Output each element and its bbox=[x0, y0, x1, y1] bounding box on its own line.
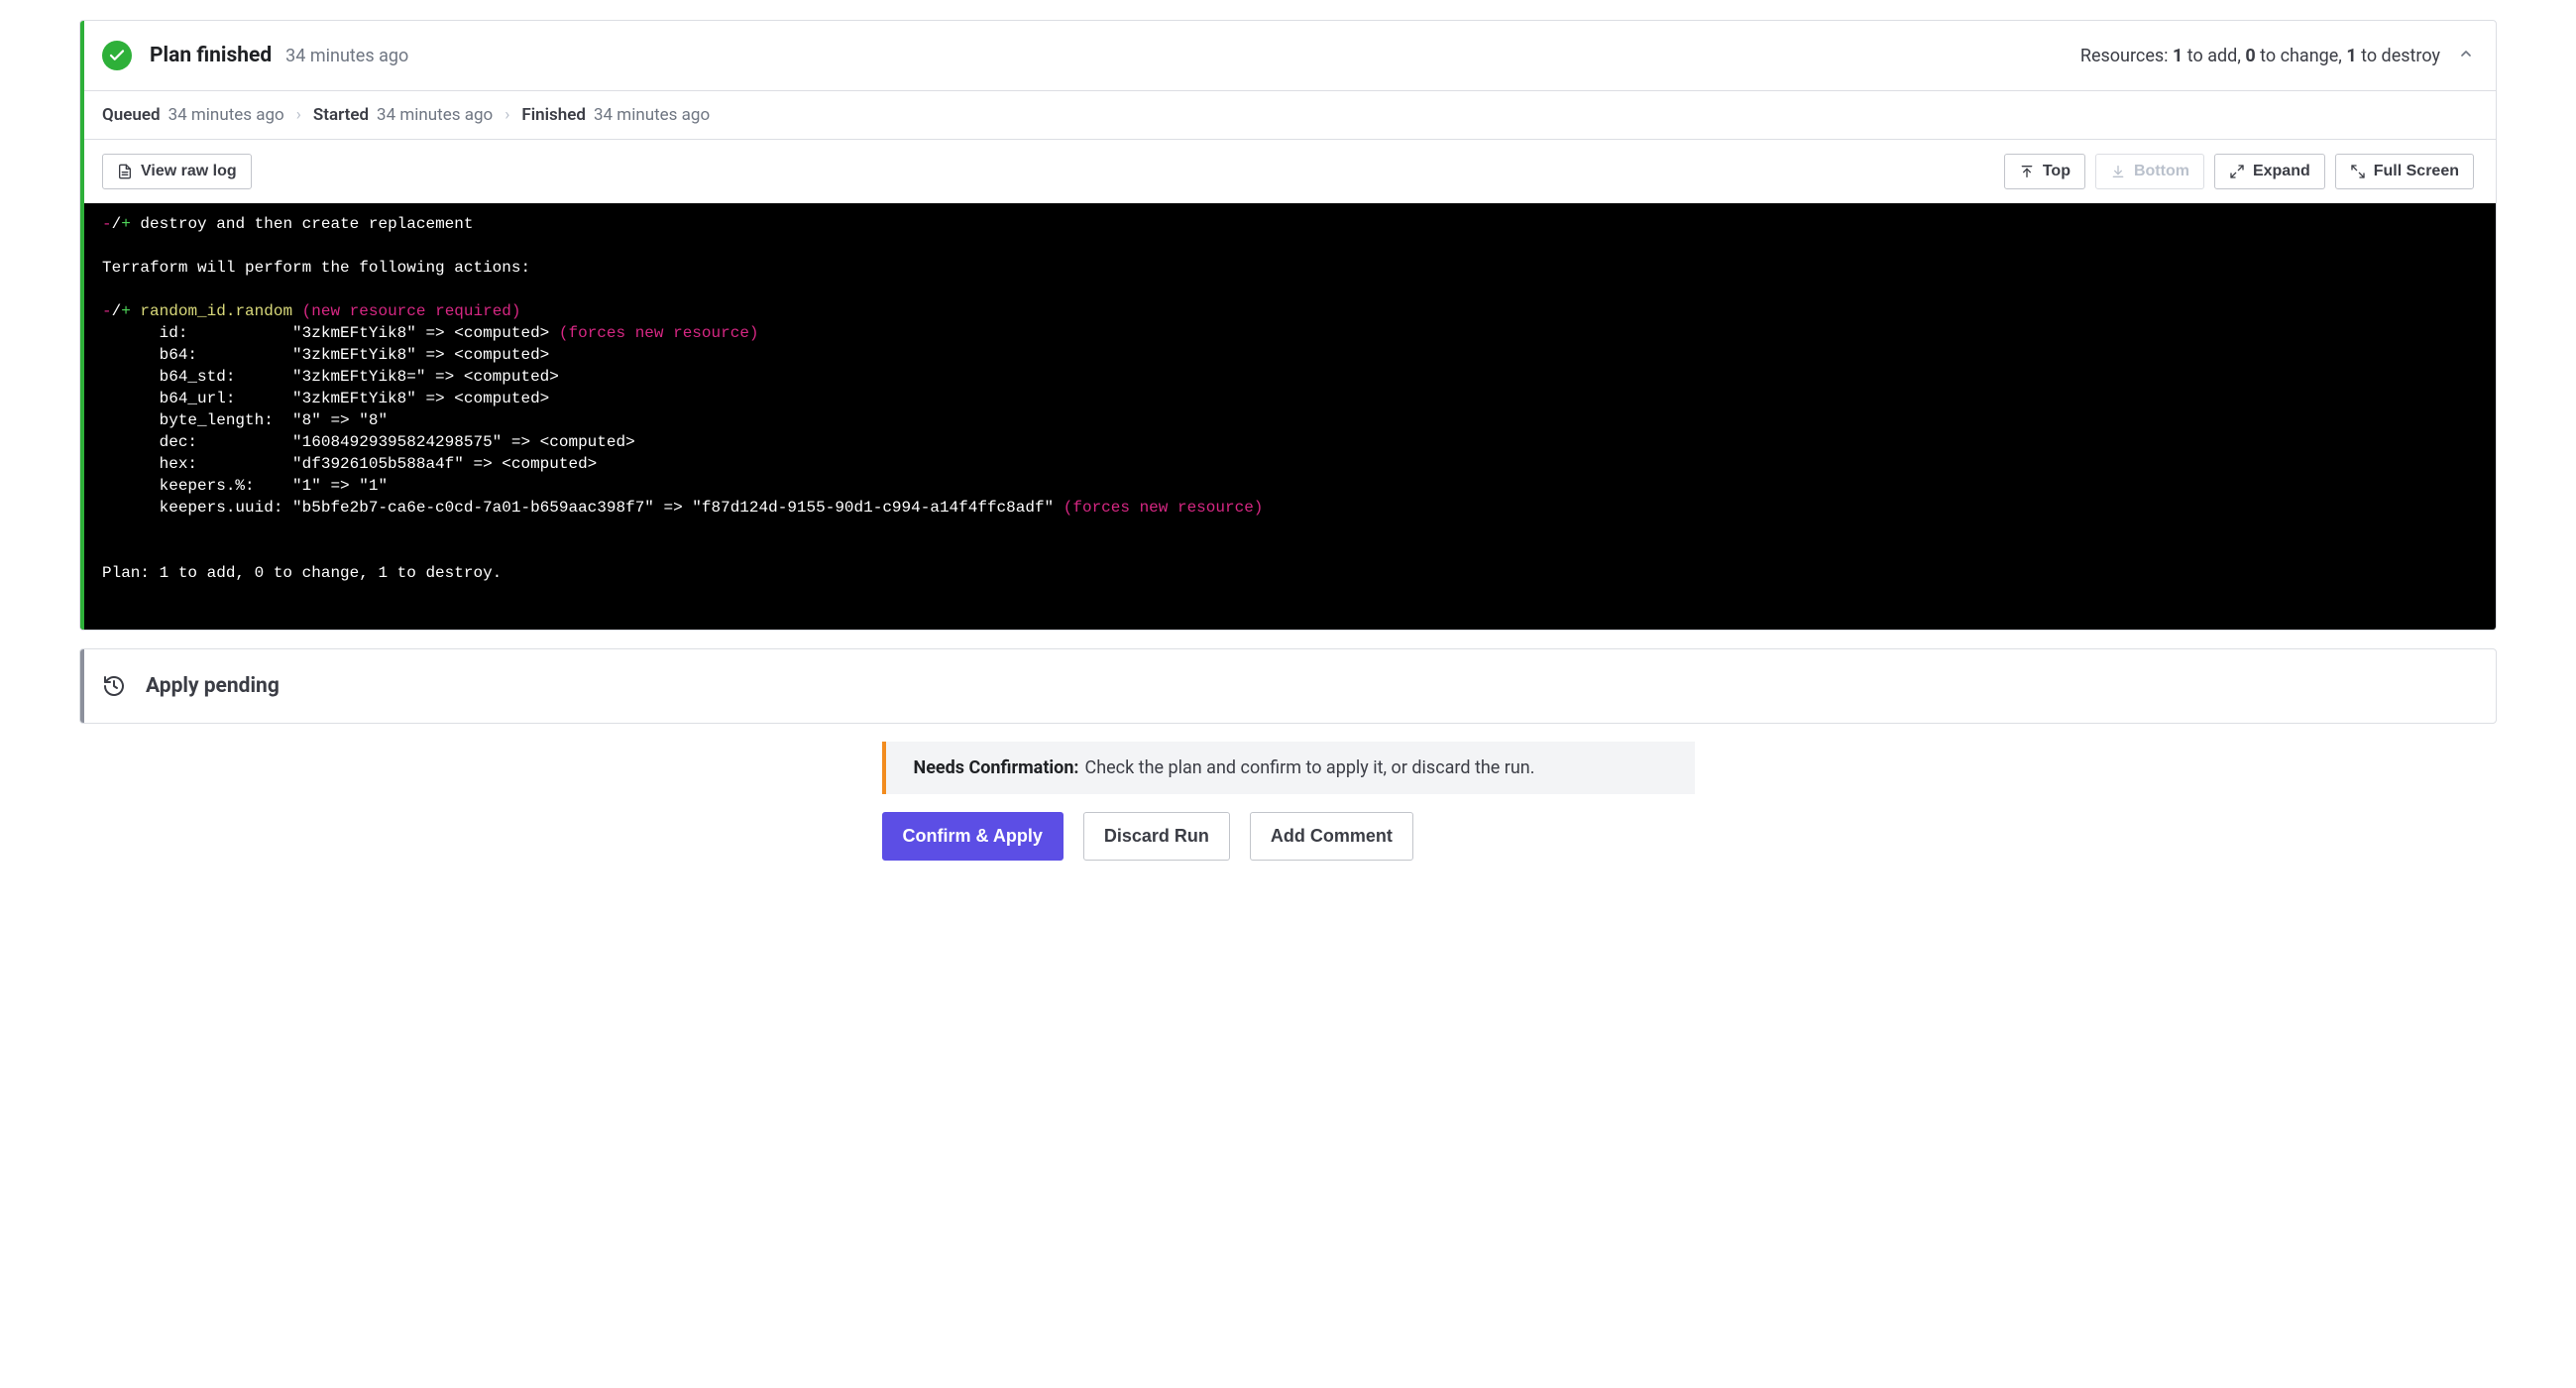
log-line-3-slash: / bbox=[112, 302, 122, 320]
log-toolbar: View raw log Top Bottom Expand Full Scre… bbox=[80, 139, 2496, 203]
log-attr-id-force: (forces new resource) bbox=[549, 324, 758, 342]
plan-resources-summary: Resources: 1 to add, 0 to change, 1 to d… bbox=[2080, 46, 2440, 66]
plan-title: Plan finished bbox=[150, 44, 272, 67]
plan-log[interactable]: -/+ destroy and then create replacement … bbox=[80, 203, 2496, 630]
log-fullscreen-label: Full Screen bbox=[2374, 163, 2459, 180]
log-attr-hex: hex: "df3926105b588a4f" => <computed> bbox=[102, 455, 597, 473]
apply-title: Apply pending bbox=[146, 674, 280, 698]
alert-text: Check the plan and confirm to apply it, … bbox=[1085, 757, 1535, 778]
timeline-finished-time: 34 minutes ago bbox=[594, 105, 710, 125]
plan-status-stripe bbox=[80, 21, 84, 630]
log-attr-dec: dec: "16084929395824298575" => <computed… bbox=[102, 433, 635, 451]
refresh-clock-icon bbox=[102, 674, 126, 698]
plan-panel: Plan finished 34 minutes ago Resources: … bbox=[79, 20, 2497, 631]
log-attr-keepers-pct: keepers.%: "1" => "1" bbox=[102, 477, 388, 495]
add-comment-button[interactable]: Add Comment bbox=[1250, 812, 1413, 861]
confirmation-actions: Confirm & Apply Discard Run Add Comment bbox=[882, 812, 1695, 861]
log-bottom-label: Bottom bbox=[2134, 163, 2189, 180]
alert-title: Needs Confirmation: bbox=[914, 757, 1079, 778]
view-raw-log-button[interactable]: View raw log bbox=[102, 154, 252, 189]
log-expand-button[interactable]: Expand bbox=[2214, 154, 2325, 189]
timeline-started-time: 34 minutes ago bbox=[377, 105, 493, 125]
confirmation-block: Needs Confirmation: Check the plan and c… bbox=[882, 742, 1695, 861]
document-icon bbox=[117, 164, 133, 179]
log-line-3-plus: + bbox=[121, 302, 131, 320]
log-attr-b64-std: b64_std: "3zkmEFtYik8=" => <computed> bbox=[102, 368, 559, 386]
fullscreen-icon bbox=[2350, 164, 2366, 179]
resources-destroy-count: 1 bbox=[2346, 46, 2356, 66]
check-icon bbox=[102, 41, 132, 70]
resources-add-label: to add, bbox=[2183, 46, 2245, 66]
log-attr-keepers-uuid: keepers.uuid: "b5bfe2b7-ca6e-c0cd-7a01-b… bbox=[102, 499, 1054, 517]
timeline-separator: › bbox=[504, 105, 509, 125]
log-line-1-text: destroy and then create replacement bbox=[131, 215, 474, 233]
apply-panel: Apply pending bbox=[79, 648, 2497, 724]
resources-change-count: 0 bbox=[2245, 46, 2255, 66]
timeline-finished-label: Finished bbox=[521, 105, 586, 125]
needs-confirmation-alert: Needs Confirmation: Check the plan and c… bbox=[882, 742, 1695, 794]
timeline-separator: › bbox=[296, 105, 301, 125]
log-attr-b64: b64: "3zkmEFtYik8" => <computed> bbox=[102, 346, 549, 364]
timeline-started: Started 34 minutes ago bbox=[313, 105, 493, 125]
log-plan-summary: Plan: 1 to add, 0 to change, 1 to destro… bbox=[102, 564, 502, 582]
apply-header[interactable]: Apply pending bbox=[80, 649, 2496, 723]
arrow-to-top-icon bbox=[2019, 164, 2035, 179]
log-attr-b64-url: b64_url: "3zkmEFtYik8" => <computed> bbox=[102, 390, 549, 407]
log-line-1-slash: / bbox=[112, 215, 122, 233]
timeline-started-label: Started bbox=[313, 105, 369, 125]
log-resource-required: (new resource required) bbox=[292, 302, 520, 320]
discard-run-button[interactable]: Discard Run bbox=[1083, 812, 1230, 861]
view-raw-log-label: View raw log bbox=[141, 163, 237, 180]
timeline-finished: Finished 34 minutes ago bbox=[521, 105, 710, 125]
log-resource-name: random_id.random bbox=[131, 302, 292, 320]
arrow-to-bottom-icon bbox=[2110, 164, 2126, 179]
plan-timeline: Queued 34 minutes ago › Started 34 minut… bbox=[80, 90, 2496, 139]
log-line-2: Terraform will perform the following act… bbox=[102, 259, 530, 277]
chevron-up-icon[interactable] bbox=[2458, 46, 2474, 65]
log-bottom-button: Bottom bbox=[2095, 154, 2204, 189]
plan-time: 34 minutes ago bbox=[285, 46, 408, 66]
resources-destroy-label: to destroy bbox=[2357, 46, 2440, 66]
log-top-label: Top bbox=[2043, 163, 2071, 180]
expand-icon bbox=[2229, 164, 2245, 179]
log-line-1-minus: - bbox=[102, 215, 112, 233]
log-attr-byte-length: byte_length: "8" => "8" bbox=[102, 411, 388, 429]
timeline-queued-time: 34 minutes ago bbox=[168, 105, 284, 125]
timeline-queued: Queued 34 minutes ago bbox=[102, 105, 284, 125]
resources-add-count: 1 bbox=[2173, 46, 2183, 66]
log-expand-label: Expand bbox=[2253, 163, 2310, 180]
log-top-button[interactable]: Top bbox=[2004, 154, 2085, 189]
apply-status-stripe bbox=[80, 649, 84, 723]
log-line-1-plus: + bbox=[121, 215, 131, 233]
log-attr-keepers-force: (forces new resource) bbox=[1054, 499, 1263, 517]
timeline-queued-label: Queued bbox=[102, 105, 161, 125]
log-line-3-minus: - bbox=[102, 302, 112, 320]
log-attr-id: id: "3zkmEFtYik8" => <computed> bbox=[102, 324, 549, 342]
plan-header[interactable]: Plan finished 34 minutes ago Resources: … bbox=[80, 21, 2496, 90]
resources-change-label: to change, bbox=[2256, 46, 2347, 66]
confirm-apply-button[interactable]: Confirm & Apply bbox=[882, 812, 1064, 861]
resources-prefix: Resources: bbox=[2080, 46, 2173, 66]
log-fullscreen-button[interactable]: Full Screen bbox=[2335, 154, 2474, 189]
